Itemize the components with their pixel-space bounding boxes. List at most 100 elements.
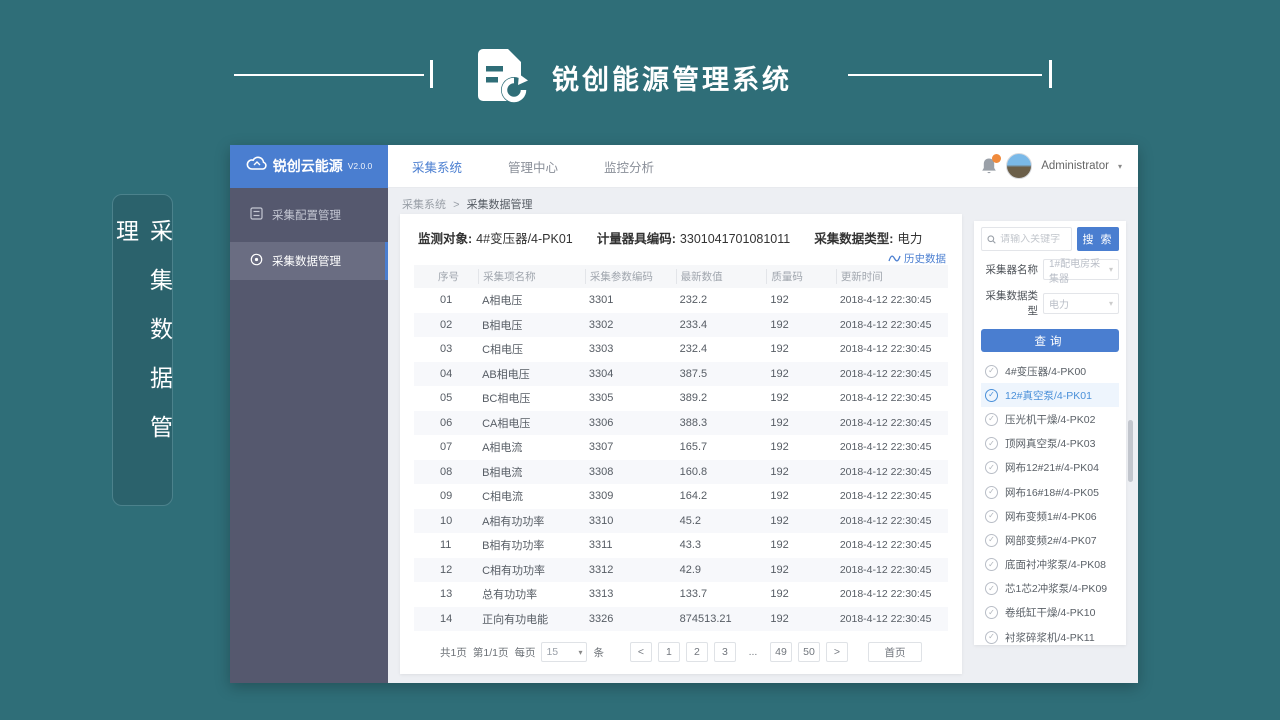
device-item-pk04[interactable]: ✓网布12#21#/4-PK04 bbox=[981, 456, 1119, 480]
device-item-pk01[interactable]: ✓12#真空泵/4-PK01 bbox=[981, 383, 1119, 407]
cell-quality-code: 192 bbox=[766, 441, 835, 453]
device-item-pk10[interactable]: ✓卷纸缸干燥/4-PK10 bbox=[981, 601, 1119, 625]
cell-item-name: 总有功功率 bbox=[478, 586, 585, 602]
breadcrumb-parent[interactable]: 采集系统 bbox=[402, 199, 446, 211]
user-area: Administrator ▾ bbox=[981, 153, 1138, 179]
cell-item-name: BC相电压 bbox=[478, 390, 585, 406]
cell-no: 09 bbox=[414, 490, 478, 502]
cell-update-time: 2018-4-12 22:30:45 bbox=[836, 392, 948, 404]
device-list: ✓4#变压器/4-PK00 ✓12#真空泵/4-PK01 ✓压光机干燥/4-PK… bbox=[981, 359, 1119, 649]
next-page-button[interactable]: > bbox=[826, 642, 848, 662]
device-item-pk03[interactable]: ✓顶网真空泵/4-PK03 bbox=[981, 432, 1119, 456]
sidebar-item-collection-data[interactable]: 采集数据管理 bbox=[230, 242, 388, 280]
table-row: 08 B相电流 3308 160.8 192 2018-4-12 22:30:4… bbox=[414, 460, 948, 485]
device-item-pk07[interactable]: ✓ 网部变频2#/4-PK07 bbox=[981, 528, 1119, 552]
cell-item-name: AB相电压 bbox=[478, 366, 585, 382]
device-name: 网布16#18#/4-PK05 bbox=[1005, 485, 1099, 500]
cell-latest-value: 43.3 bbox=[676, 539, 767, 551]
per-page-select[interactable]: 15 ▾ bbox=[541, 642, 587, 662]
monitor-object-label: 监测对象: bbox=[418, 232, 472, 246]
cell-param-code: 3309 bbox=[585, 490, 676, 502]
device-item-pk00[interactable]: ✓4#变压器/4-PK00 bbox=[981, 359, 1119, 383]
cell-update-time: 2018-4-12 22:30:45 bbox=[836, 515, 948, 527]
cell-latest-value: 232.4 bbox=[676, 343, 767, 355]
collector-name-select[interactable]: 1#配电房采集器 ▾ bbox=[1043, 259, 1119, 280]
device-item-pk09[interactable]: ✓芯1芯2冲浆泵/4-PK09 bbox=[981, 577, 1119, 601]
breadcrumb: 采集系统 > 采集数据管理 bbox=[402, 196, 533, 212]
col-header-update-time: 更新时间 bbox=[836, 269, 948, 284]
sidebar-item-collection-config[interactable]: 采集配置管理 bbox=[230, 196, 388, 234]
user-name[interactable]: Administrator bbox=[1041, 160, 1109, 172]
cell-param-code: 3302 bbox=[585, 319, 676, 331]
cell-update-time: 2018-4-12 22:30:45 bbox=[836, 466, 948, 478]
device-name: 衬浆碎浆机/4-PK11 bbox=[1005, 630, 1095, 645]
cell-no: 07 bbox=[414, 441, 478, 453]
notification-bell-icon[interactable] bbox=[981, 157, 997, 175]
device-name: 12#真空泵/4-PK01 bbox=[1005, 388, 1092, 403]
meter-code-label: 计量器具编码: bbox=[597, 232, 676, 246]
cell-update-time: 2018-4-12 22:30:45 bbox=[836, 539, 948, 551]
device-name: 网部变频2#/4-PK07 bbox=[1005, 533, 1097, 548]
monitor-object: 监测对象:4#变压器/4-PK01 bbox=[418, 228, 573, 247]
cell-update-time: 2018-4-12 22:30:45 bbox=[836, 319, 948, 331]
page-button-50[interactable]: 50 bbox=[798, 642, 820, 662]
cell-latest-value: 160.8 bbox=[676, 466, 767, 478]
check-circle-icon: ✓ bbox=[985, 558, 998, 571]
device-name: 底面衬冲浆泵/4-PK08 bbox=[1005, 557, 1106, 572]
cell-param-code: 3307 bbox=[585, 441, 676, 453]
nav-collection-system[interactable]: 采集系统 bbox=[412, 157, 462, 176]
cell-param-code: 3305 bbox=[585, 392, 676, 404]
banner-left-tick bbox=[430, 60, 433, 88]
cell-item-name: A相电压 bbox=[478, 292, 585, 308]
check-circle-icon: ✓ bbox=[985, 534, 998, 547]
nav-monitor-analysis[interactable]: 监控分析 bbox=[604, 157, 654, 176]
window-header: 锐创云能源 V2.0.0 采集系统 管理中心 监控分析 Administrato… bbox=[230, 145, 1138, 188]
first-page-button[interactable]: 首页 bbox=[868, 642, 922, 662]
page-button-49[interactable]: 49 bbox=[770, 642, 792, 662]
history-data-link[interactable]: 历史数据 bbox=[888, 251, 946, 266]
cell-item-name: B相有功功率 bbox=[478, 537, 585, 553]
device-item-pk05[interactable]: ✓网布16#18#/4-PK05 bbox=[981, 480, 1119, 504]
nav-management-center[interactable]: 管理中心 bbox=[508, 157, 558, 176]
page-button-1[interactable]: 1 bbox=[658, 642, 680, 662]
cell-no: 06 bbox=[414, 417, 478, 429]
scrollbar-thumb[interactable] bbox=[1128, 420, 1133, 482]
banner-title: 锐创能源管理系统 bbox=[552, 58, 792, 97]
check-circle-icon: ✓ bbox=[985, 413, 998, 426]
history-data-label: 历史数据 bbox=[904, 251, 946, 266]
prev-page-button[interactable]: < bbox=[630, 642, 652, 662]
cell-latest-value: 164.2 bbox=[676, 490, 767, 502]
cell-latest-value: 389.2 bbox=[676, 392, 767, 404]
document-refresh-icon bbox=[474, 47, 530, 105]
col-header-item-name: 采集项名称 bbox=[478, 269, 585, 284]
data-type: 采集数据类型:电力 bbox=[814, 228, 922, 247]
chevron-down-icon[interactable]: ▾ bbox=[1118, 162, 1122, 171]
device-item-pk02[interactable]: ✓压光机干燥/4-PK02 bbox=[981, 407, 1119, 431]
current-page-text: 第1/1页 bbox=[473, 645, 509, 660]
data-type-select[interactable]: 电力 ▾ bbox=[1043, 293, 1119, 314]
cell-param-code: 3310 bbox=[585, 515, 676, 527]
device-item-pk11[interactable]: ✓衬浆碎浆机/4-PK11 bbox=[981, 625, 1119, 649]
device-item-pk06[interactable]: ✓网布变频1#/4-PK06 bbox=[981, 504, 1119, 528]
check-circle-icon: ✓ bbox=[985, 461, 998, 474]
search-button[interactable]: 搜 索 bbox=[1077, 227, 1119, 251]
cell-no: 13 bbox=[414, 588, 478, 600]
avatar[interactable] bbox=[1006, 153, 1032, 179]
cell-quality-code: 192 bbox=[766, 588, 835, 600]
collector-name-label: 采集器名称 bbox=[981, 262, 1043, 277]
sidebar-item-label: 采集数据管理 bbox=[272, 253, 341, 269]
search-row: 搜 索 bbox=[981, 227, 1119, 251]
search-icon bbox=[987, 234, 996, 245]
device-item-pk08[interactable]: ✓ 底面衬冲浆泵/4-PK08 bbox=[981, 553, 1119, 577]
search-input[interactable] bbox=[1000, 234, 1066, 245]
cell-param-code: 3311 bbox=[585, 539, 676, 551]
top-nav: 采集系统 管理中心 监控分析 bbox=[412, 157, 654, 176]
page-button-3[interactable]: 3 bbox=[714, 642, 736, 662]
pagination: 共1页 第1/1页 每页 15 ▾ 条 < 1 2 3 ... 49 50 > … bbox=[400, 642, 962, 662]
total-pages-text: 共1页 bbox=[440, 645, 467, 660]
query-button[interactable]: 查询 bbox=[981, 329, 1119, 352]
table-row: 12 C相有功功率 3312 42.9 192 2018-4-12 22:30:… bbox=[414, 558, 948, 583]
page-button-2[interactable]: 2 bbox=[686, 642, 708, 662]
notification-badge bbox=[992, 154, 1001, 163]
cell-quality-code: 192 bbox=[766, 417, 835, 429]
